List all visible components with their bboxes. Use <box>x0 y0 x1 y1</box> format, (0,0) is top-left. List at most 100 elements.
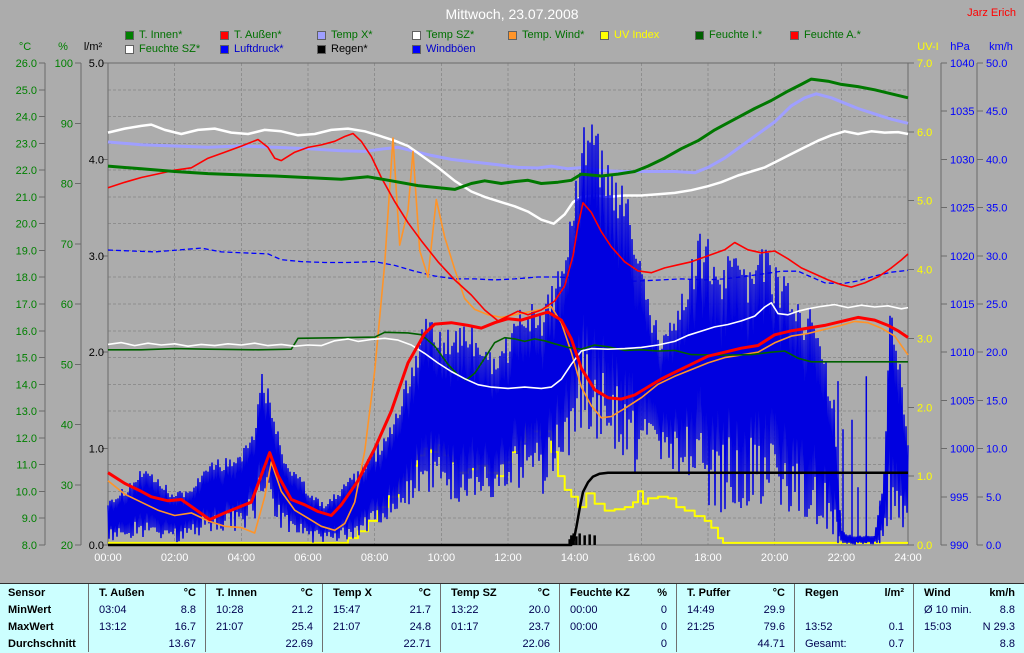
table-cell-t-außen-avg: 13.67 <box>88 635 205 652</box>
axis-header-lm2: l/m² <box>84 41 103 53</box>
axis-tick-label: 1020 <box>950 251 974 263</box>
table-cell-t-puffer-avg: 44.71 <box>676 635 794 652</box>
x-axis-label: 20:00 <box>761 552 789 564</box>
axis-tick-label: 1025 <box>950 203 974 215</box>
x-axis-label: 02:00 <box>161 552 189 564</box>
table-cell-temp-sz-max-left: 01:17 <box>451 620 479 633</box>
table-cell-regen-avg-left: Gesamt: <box>805 637 847 650</box>
table-cell-t-puffer-max-right: 79.6 <box>763 620 785 633</box>
axis-tick-label: 90 <box>61 118 73 130</box>
table-cell-feuchte-kz-avg-right: 0 <box>660 637 667 650</box>
table-cell-t-außen-header-left: T. Außen <box>99 586 145 599</box>
axis-tick-label: 15.0 <box>16 353 37 365</box>
axis-tick-label: 45.0 <box>986 106 1007 118</box>
table-cell-t-puffer-min: 14:49 29.9 <box>676 601 794 618</box>
axis-tick-label: 4.0 <box>917 265 932 277</box>
axis-tick-label: 6.0 <box>917 127 932 139</box>
axis-tick-label: 7.0 <box>917 58 932 70</box>
table-cell-feuchte-kz-max-right: 0 <box>660 620 667 633</box>
axis-tick-label: 70 <box>61 239 73 251</box>
table-cell-t-puffer-avg-right: 44.71 <box>757 637 785 650</box>
table-cell-t-innen-min: 10:28 21.2 <box>205 601 322 618</box>
axis-tick-label: 5.0 <box>89 58 104 70</box>
table-cell-wind-max-left: 15:03 <box>924 620 952 633</box>
axis-tick-label: 20.0 <box>986 347 1007 359</box>
axis-tick-label: 30 <box>61 480 73 492</box>
axis-tick-label: 1.0 <box>89 444 104 456</box>
axis-tick-label: 21.0 <box>16 192 37 204</box>
axis-tick-label: 20 <box>61 540 73 552</box>
table-cell-temp-sz-min-left: 13:22 <box>451 603 479 616</box>
table-cell-t-puffer-header: T. Puffer °C <box>676 584 794 601</box>
table-cell-t-puffer-max-left: 21:25 <box>687 620 715 633</box>
axis-tick-label: 10.0 <box>986 444 1007 456</box>
axis-tick-label: 2.0 <box>89 347 104 359</box>
axis-tick-label: 13.0 <box>16 406 37 418</box>
weather-app-window: { "window": { "title": "Mittwoch, 23.07.… <box>0 0 1024 653</box>
table-cell-feuchte-kz-avg: 0 <box>559 635 676 652</box>
table-cell-t-innen-max: 21:07 25.4 <box>205 618 322 635</box>
axis-tick-label: 1030 <box>950 154 974 166</box>
axis-tick-label: 3.0 <box>89 251 104 263</box>
table-cell-t-puffer-min-right: 29.9 <box>763 603 785 616</box>
table-cell-wind-avg: 8.8 <box>913 635 1024 652</box>
table-cell-wind-max-right: N 29.3 <box>982 620 1015 633</box>
axis-tick-label: 22.0 <box>16 165 37 177</box>
axis-tick-label: 1015 <box>950 299 974 311</box>
axis-tick-label: 40.0 <box>986 154 1007 166</box>
weather-chart: °C 8.0 9.0 10.0 11.0 12.0 13.0 14.0 15.0 16.0 17.0… <box>16 41 1013 564</box>
table-cell-t-innen-min-left: 10:28 <box>216 603 244 616</box>
series-regen_events <box>568 533 596 545</box>
axis-tick-label: 60 <box>61 299 73 311</box>
table-cell-temp-x-header-left: Temp X <box>333 586 372 599</box>
table-cell-t-innen-header: T. Innen °C <box>205 584 322 601</box>
axis-tick-label: 0.0 <box>917 540 932 552</box>
table-cell-feuchte-kz-max-left: 00:00 <box>570 620 598 633</box>
table-cell-wind-avg-right: 8.8 <box>999 637 1015 650</box>
table-cell-temp-sz-min-right: 20.0 <box>528 603 550 616</box>
axis-tick-label: 11.0 <box>16 460 37 472</box>
table-cell-t-puffer-header-left: T. Puffer <box>687 586 731 599</box>
axis-tick-label: 23.0 <box>16 138 37 150</box>
axis-tick-label: 3.0 <box>917 333 932 345</box>
axis-tick-label: 990 <box>950 540 968 552</box>
axis-tick-label: 4.0 <box>89 154 104 166</box>
table-cell-wind-min: Ø 10 min. 8.8 <box>913 601 1024 618</box>
axis-tick-label: 1000 <box>950 444 974 456</box>
table-cell-regen-min <box>794 601 913 618</box>
axis-tick-label: 80 <box>61 179 73 191</box>
x-axis-label: 04:00 <box>228 552 256 564</box>
table-cell-t-außen-header: T. Außen °C <box>88 584 205 601</box>
axis-tick-label: 17.0 <box>16 299 37 311</box>
table-cell-t-außen-min: 03:04 8.8 <box>88 601 205 618</box>
axis-tick-label: 0.0 <box>89 540 104 552</box>
x-axis-label: 22:00 <box>828 552 856 564</box>
table-cell-regen-max-left: 13:52 <box>805 620 833 633</box>
table-row-label: MinWert <box>0 601 88 618</box>
table-cell-regen-max-right: 0.1 <box>888 620 904 633</box>
table-cell-feuchte-kz-max: 00:00 0 <box>559 618 676 635</box>
table-cell-t-innen-min-right: 21.2 <box>291 603 313 616</box>
table-cell-t-außen-header-right: °C <box>183 586 196 599</box>
table-cell-t-puffer-max: 21:25 79.6 <box>676 618 794 635</box>
axis-tick-label: 50 <box>61 359 73 371</box>
table-cell-t-puffer-header-right: °C <box>772 586 785 599</box>
table-cell-temp-x-avg-right: 22.71 <box>403 637 431 650</box>
axis-tick-label: 20.0 <box>16 219 37 231</box>
table-cell-t-innen-header-right: °C <box>300 586 313 599</box>
axis-tick-label: 40 <box>61 420 73 432</box>
table-cell-temp-x-avg: 22.71 <box>322 635 440 652</box>
table-cell-t-außen-max-right: 16.7 <box>174 620 196 633</box>
axis-tick-label: 0.0 <box>986 540 1001 552</box>
axis-tick-label: 15.0 <box>986 395 1007 407</box>
table-cell-temp-x-header: Temp X °C <box>322 584 440 601</box>
axis-tick-label: 25.0 <box>16 85 37 97</box>
table-cell-wind-min-right: 8.8 <box>999 603 1015 616</box>
table-cell-t-außen-max: 13:12 16.7 <box>88 618 205 635</box>
axis-tick-label: 14.0 <box>16 379 37 391</box>
table-cell-regen-avg-right: 0.7 <box>888 637 904 650</box>
table-cell-feuchte-kz-header-right: % <box>657 586 667 599</box>
axis-tick-label: 1005 <box>950 395 974 407</box>
table-cell-temp-sz-header-right: °C <box>537 586 550 599</box>
table-row-label-left: Durchschnitt <box>8 637 76 650</box>
